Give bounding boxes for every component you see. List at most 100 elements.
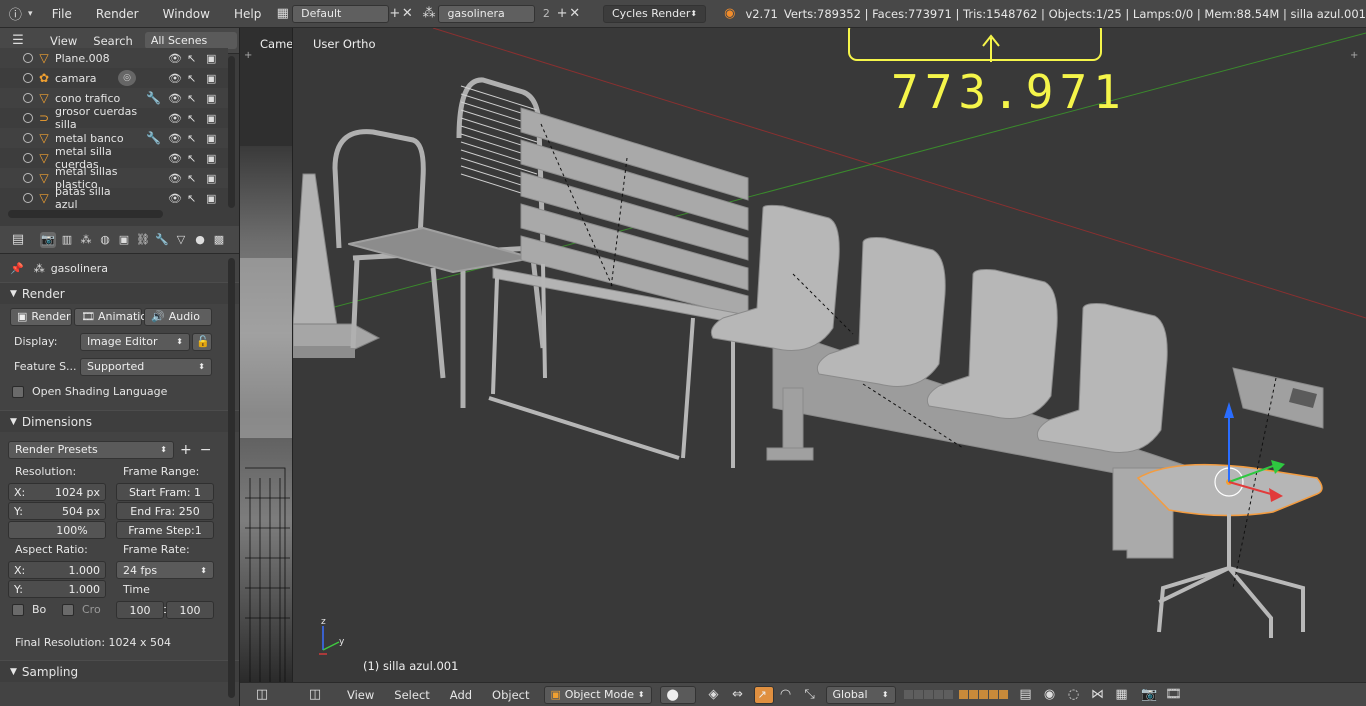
properties-editor-icon[interactable]: ▤ [6,230,30,250]
outliner-menu-view[interactable]: View [42,34,85,48]
manipulator-toggle-icon[interactable]: ⇔ [726,685,750,705]
pivot-point-icon[interactable]: ◈ [702,685,726,705]
modifiers-tab-icon[interactable]: 🔧 [154,232,170,248]
outliner-v-scrollbar[interactable] [228,56,235,208]
layer-buttons[interactable] [903,690,953,699]
menu-help[interactable]: Help [226,7,269,21]
render-engine-select[interactable]: Cycles Render ⬍ [602,4,707,23]
scene-tab-icon[interactable]: ⁂ [78,232,94,248]
snap-magnet-icon[interactable]: ⋈ [1086,685,1110,705]
layer-buttons-active[interactable] [958,690,1008,699]
outliner-row[interactable]: ⊃ grosor cuerdas silla 👁 ↖ ▣ [0,105,228,131]
modifier-wrench-icon[interactable]: 🔧 [146,131,161,145]
animation-button[interactable]: 🎞 Animatio [74,307,147,326]
properties-scrollbar[interactable] [228,258,235,698]
remap-new-field[interactable]: 100 [166,601,214,619]
dimensions-panel-header[interactable]: ▼ Dimensions [0,410,239,432]
remap-old-field[interactable]: 100 [116,601,164,619]
lock-interface-button[interactable]: 🔓 [192,332,212,351]
visibility-eye-icon[interactable]: 👁 [168,132,182,145]
expand-icon[interactable] [23,53,33,63]
camera-data-icon[interactable]: ◎ [118,70,136,86]
select-arrow-icon[interactable]: ↖ [187,72,196,85]
remove-screen-icon[interactable]: ✕ [401,4,414,24]
scene-field[interactable]: gasolinera [438,4,535,23]
render-layers-tab-icon[interactable]: ▥ [59,232,75,248]
render-panel-header[interactable]: ▼ Render [0,282,239,304]
expand-icon[interactable] [23,93,33,103]
outliner-h-scrollbar[interactable] [8,210,163,218]
render-camera-icon[interactable]: ▣ [206,172,216,185]
start-frame-field[interactable]: Start Fram: 1 [116,483,214,501]
scale-manipulator-icon[interactable]: ⤡ [798,685,822,705]
outliner-filter-select[interactable]: All Scenes [144,32,237,49]
outliner-row-label[interactable]: metal banco [55,132,145,145]
render-preview-icon[interactable]: ◉ [1038,685,1062,705]
select-arrow-icon[interactable]: ↖ [187,172,196,185]
render-camera-icon[interactable]: ▣ [206,72,216,85]
resolution-y-field[interactable]: Y: 504 px [8,502,106,520]
lock-layers-icon[interactable]: ▤ [1014,685,1038,705]
viewport-menu-object[interactable]: Object [482,688,539,702]
resolution-x-field[interactable]: X: 1024 px [8,483,106,501]
menu-window[interactable]: Window [155,7,218,21]
end-frame-field[interactable]: End Fra: 250 [116,502,214,520]
scene-icon[interactable]: ⁂ [420,4,439,24]
rotate-manipulator-icon[interactable]: ◠ [774,685,798,705]
render-camera-icon[interactable]: ▣ [206,112,216,125]
texture-tab-icon[interactable]: ▩ [211,232,227,248]
select-arrow-icon[interactable]: ↖ [187,192,196,205]
remove-preset-icon[interactable]: − [200,442,212,458]
editor-menu-toggle-icon[interactable]: ▾ [25,4,36,24]
expand-icon[interactable] [23,193,33,203]
remove-scene-icon[interactable]: ✕ [568,4,581,24]
snap-target-icon[interactable]: ▦ [1110,685,1134,705]
render-camera-icon[interactable]: ▣ [206,92,216,105]
render-camera-icon[interactable]: ▣ [206,192,216,205]
select-arrow-icon[interactable]: ↖ [187,52,196,65]
aspect-x-field[interactable]: X: 1.000 [8,561,106,579]
render-presets-select[interactable]: Render Presets ⬍ [8,440,174,459]
add-screen-icon[interactable]: + [389,4,402,24]
outliner-row-label[interactable]: camara [55,72,105,85]
outliner-row-label[interactable]: patas silla azul [55,185,135,211]
render-camera-icon[interactable]: ▣ [206,52,216,65]
screen-layout-icon[interactable]: ▦ [273,4,292,24]
add-preset-icon[interactable]: + [180,442,192,458]
display-select[interactable]: Image Editor ⬍ [80,332,190,351]
expand-icon[interactable] [23,153,33,163]
border-checkbox[interactable] [12,603,24,616]
frame-step-field[interactable]: Frame Step:1 [116,521,214,539]
expand-icon[interactable] [23,133,33,143]
opengl-render-icon[interactable]: 📷 [1138,685,1162,705]
visibility-eye-icon[interactable]: 👁 [168,72,182,85]
material-tab-icon[interactable]: ● [192,232,208,248]
outliner-row-label[interactable]: cono trafico [55,92,145,105]
select-arrow-icon[interactable]: ↖ [187,112,196,125]
sampling-panel-header[interactable]: ▼ Sampling [0,660,239,682]
editor-type-icon[interactable]: ◫ [303,685,327,705]
outliner-menu-search[interactable]: Search [85,34,141,48]
visibility-eye-icon[interactable]: 👁 [168,112,182,125]
select-arrow-icon[interactable]: ↖ [187,92,196,105]
viewport-menu-view[interactable]: View [337,688,384,702]
resolution-percent-field[interactable]: 100% [8,521,106,539]
outliner-row[interactable]: ✿ camara ◎ 👁 ↖ ▣ [0,68,228,88]
proportional-edit-icon[interactable]: ◌ [1062,685,1086,705]
render-camera-icon[interactable]: ▣ [206,152,216,165]
aspect-y-field[interactable]: Y: 1.000 [8,580,106,598]
constraints-tab-icon[interactable]: ⛓ [135,232,151,248]
visibility-eye-icon[interactable]: 👁 [168,152,182,165]
menu-file[interactable]: File [44,7,80,21]
outliner-row[interactable]: ▽ patas silla azul 👁 ↖ ▣ [0,185,228,211]
frame-rate-select[interactable]: 24 fps ⬍ [116,561,214,579]
opengl-animation-icon[interactable]: 🎞 [1162,685,1186,705]
visibility-eye-icon[interactable]: 👁 [168,92,182,105]
mode-select[interactable]: ▣ Object Mode ⬍ [543,685,652,704]
add-scene-icon[interactable]: + [556,4,569,24]
translate-manipulator-button[interactable]: ↗ [753,685,774,704]
world-tab-icon[interactable]: ◍ [97,232,113,248]
visibility-eye-icon[interactable]: 👁 [168,52,182,65]
editor-type-icon[interactable]: ◫ [250,684,274,704]
select-arrow-icon[interactable]: ↖ [187,152,196,165]
